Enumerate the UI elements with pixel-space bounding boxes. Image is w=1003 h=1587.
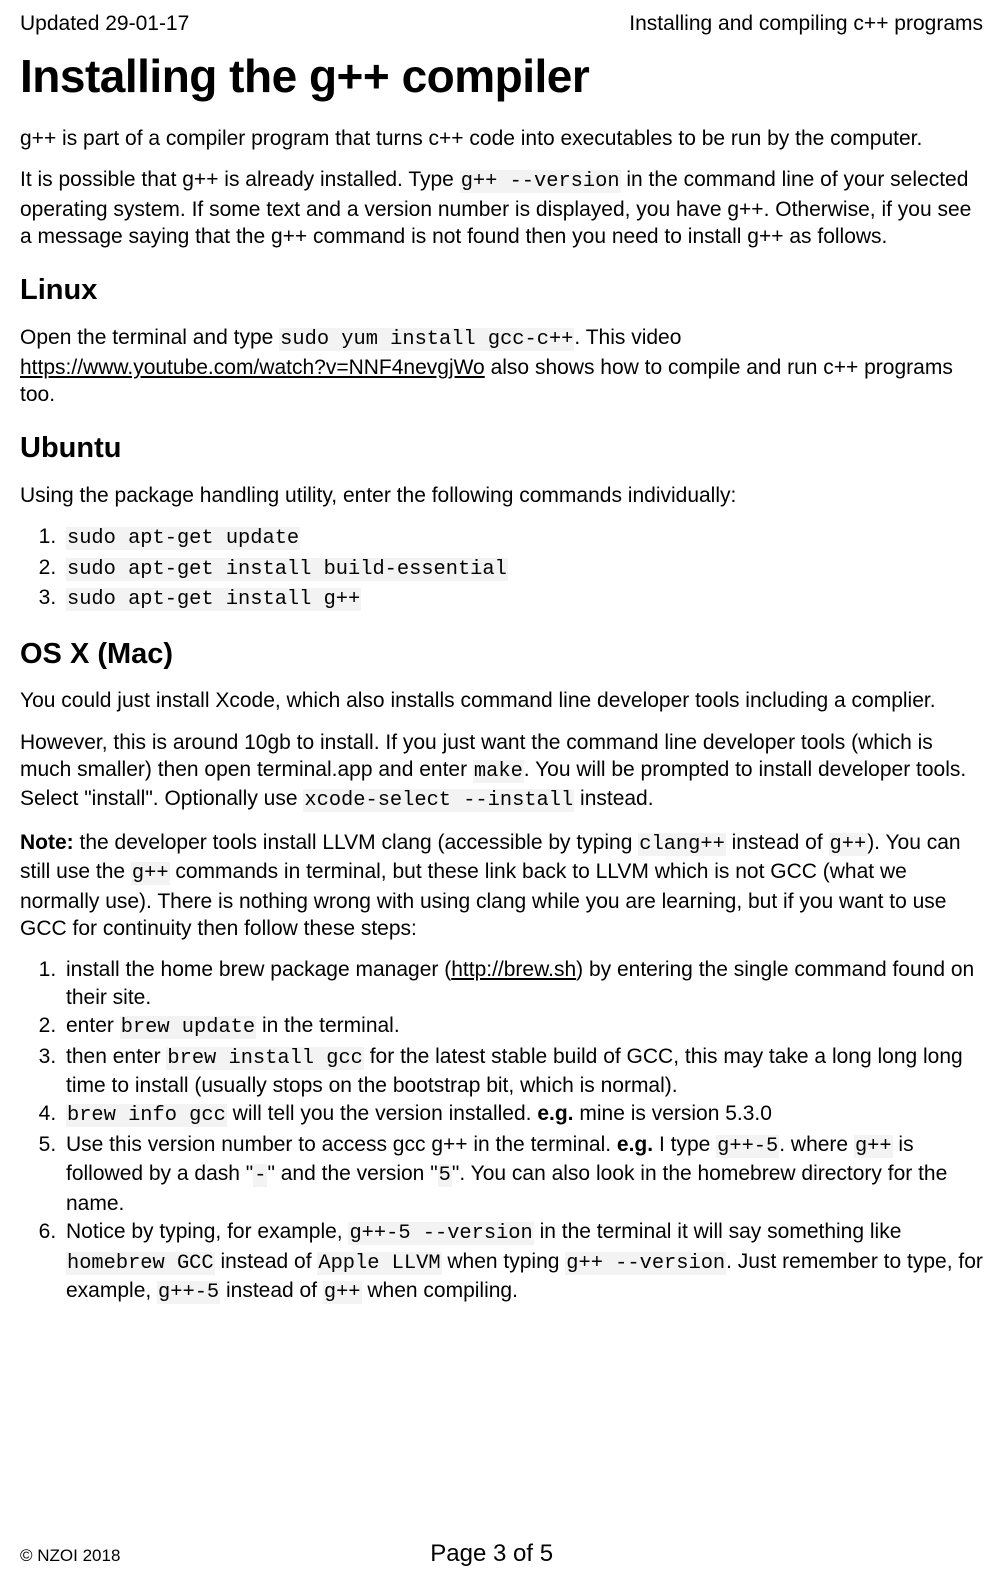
osx-steps-list: install the home brew package manager (h… <box>20 956 983 1306</box>
code-inline: brew update <box>120 1016 256 1039</box>
code-inline: g++ --version <box>565 1252 726 1275</box>
header-updated: Updated 29-01-17 <box>20 10 189 37</box>
heading-ubuntu: Ubuntu <box>20 430 983 468</box>
page-title: Installing the g++ compiler <box>20 47 983 107</box>
code-inline: g++ <box>829 833 868 856</box>
code-inline: g++-5 <box>157 1281 220 1304</box>
note-label: Note: <box>20 831 74 854</box>
header-doc-title: Installing and compiling c++ programs <box>629 10 983 37</box>
code-inline: g++ <box>323 1281 362 1304</box>
link-brew[interactable]: http://brew.sh <box>451 958 576 981</box>
code-inline: brew info gcc <box>66 1104 227 1127</box>
link-youtube[interactable]: https://www.youtube.com/watch?v=NNF4nevg… <box>20 356 485 379</box>
code-inline: g++-5 <box>716 1135 779 1158</box>
list-item: sudo apt-get install g++ <box>62 584 983 613</box>
code-inline: make <box>473 760 524 783</box>
code-inline: sudo apt-get install g++ <box>66 588 361 611</box>
code-inline: brew install gcc <box>166 1047 363 1070</box>
ubuntu-command-list: sudo apt-get update sudo apt-get install… <box>20 523 983 613</box>
list-item: sudo apt-get install build-essential <box>62 554 983 583</box>
list-item: then enter brew install gcc for the late… <box>62 1043 983 1100</box>
list-item: enter brew update in the terminal. <box>62 1012 983 1041</box>
footer-copyright: © NZOI 2018 <box>20 1545 120 1567</box>
code-inline: xcode-select --install <box>303 789 574 812</box>
heading-osx: OS X (Mac) <box>20 636 983 674</box>
footer-page-number: Page 3 of 5 <box>120 1538 863 1569</box>
code-inline: 5 <box>438 1164 452 1187</box>
code-inline: Apple LLVM <box>317 1252 441 1275</box>
page-header: Updated 29-01-17 Installing and compilin… <box>20 10 983 37</box>
linux-paragraph: Open the terminal and type sudo yum inst… <box>20 324 983 408</box>
code-inline: g++ <box>131 862 170 885</box>
osx-paragraph-2: However, this is around 10gb to install.… <box>20 729 983 815</box>
osx-note-paragraph: Note: the developer tools install LLVM c… <box>20 829 983 943</box>
list-item: Notice by typing, for example, g++-5 --v… <box>62 1218 983 1306</box>
code-inline: - <box>253 1164 267 1187</box>
code-inline: sudo apt-get install build-essential <box>66 558 508 581</box>
heading-linux: Linux <box>20 272 983 310</box>
page-footer: © NZOI 2018 Page 3 of 5 <box>20 1538 983 1569</box>
code-inline: clang++ <box>638 833 726 856</box>
code-inline: g++-5 --version <box>348 1222 533 1245</box>
code-inline: homebrew GCC <box>66 1252 215 1275</box>
osx-paragraph-1: You could just install Xcode, which also… <box>20 687 983 714</box>
code-inline: g++ <box>854 1135 893 1158</box>
intro-paragraph-1: g++ is part of a compiler program that t… <box>20 125 983 152</box>
list-item: Use this version number to access gcc g+… <box>62 1131 983 1217</box>
list-item: brew info gcc will tell you the version … <box>62 1100 983 1129</box>
code-inline: g++ --version <box>460 170 621 193</box>
list-item: install the home brew package manager (h… <box>62 956 983 1011</box>
code-inline: sudo yum install gcc-c++ <box>279 328 574 351</box>
list-item: sudo apt-get update <box>62 523 983 552</box>
intro-paragraph-2: It is possible that g++ is already insta… <box>20 166 983 250</box>
ubuntu-paragraph: Using the package handling utility, ente… <box>20 482 983 509</box>
code-inline: sudo apt-get update <box>66 527 300 550</box>
